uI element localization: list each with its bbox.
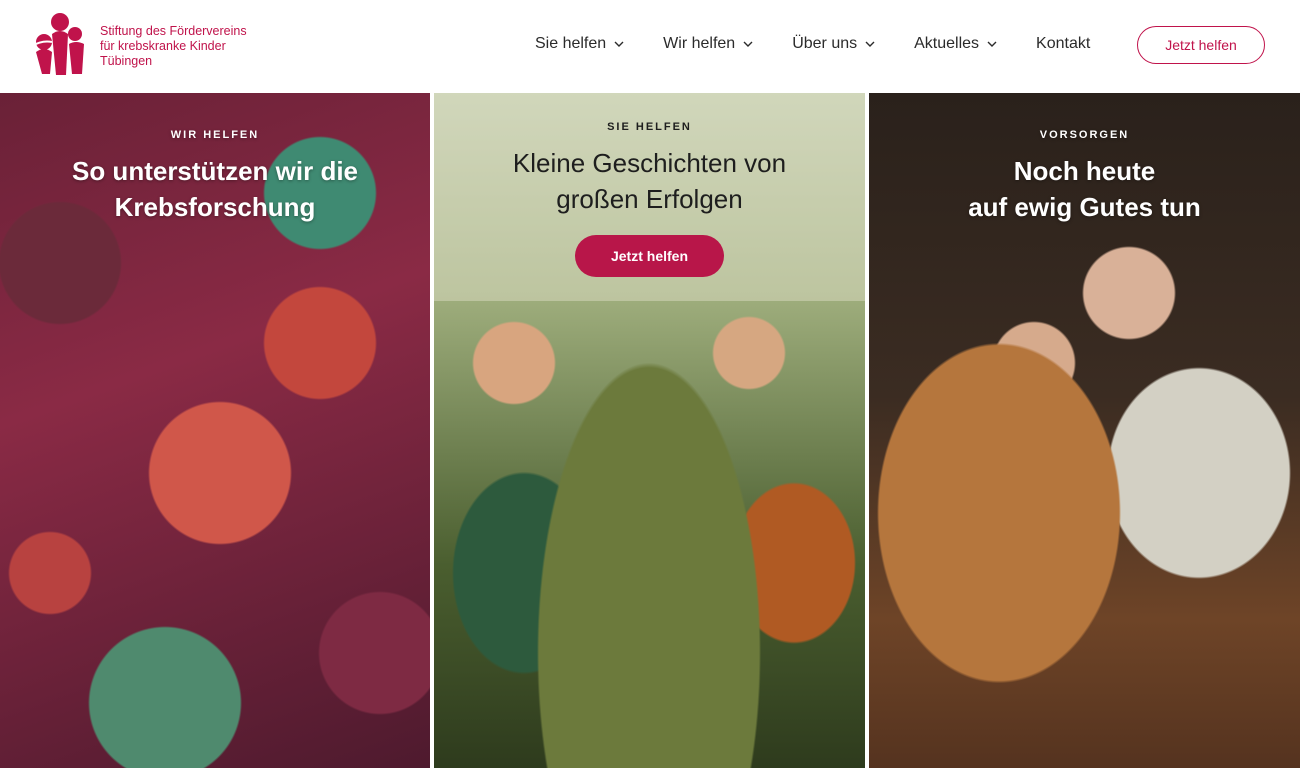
chevron-down-icon bbox=[614, 41, 624, 47]
panel-title: So unterstützen wir die Krebsforschung bbox=[0, 153, 430, 225]
panel-donate-button[interactable]: Jetzt helfen bbox=[575, 235, 724, 277]
chevron-down-icon bbox=[865, 41, 875, 47]
site-header: Stiftung des Fördervereins für krebskran… bbox=[0, 0, 1300, 92]
nav-item-label: Kontakt bbox=[1036, 35, 1091, 52]
panel-heading: WIR HELFEN So unterstützen wir die Krebs… bbox=[0, 129, 430, 225]
site-logo[interactable]: Stiftung des Fördervereins für krebskran… bbox=[32, 12, 280, 78]
panel-title-line-2: auf ewig Gutes tun bbox=[968, 192, 1201, 222]
panel-title: Kleine Geschichten von großen Erfolgen bbox=[434, 145, 865, 217]
panel-title-line-2: großen Erfolgen bbox=[556, 184, 743, 214]
panel-title-line-1: Kleine Geschichten von bbox=[512, 148, 787, 178]
nav-item-label: Aktuelles bbox=[914, 35, 980, 52]
nav-item-label: Über uns bbox=[792, 35, 858, 52]
logo-line-2: für krebskranke Kinder bbox=[100, 39, 226, 53]
panel-title-line-1: So unterstützen wir die bbox=[71, 156, 359, 186]
main-nav: Sie helfen Wir helfen Über uns Aktuelles… bbox=[535, 0, 1090, 88]
panel-title-line-2: Krebsforschung bbox=[114, 192, 316, 222]
panel-vorsorgen[interactable]: VORSORGEN Noch heute auf ewig Gutes tun bbox=[869, 93, 1300, 768]
logo-text: Stiftung des Fördervereins für krebskran… bbox=[100, 24, 280, 69]
nav-item-label: Wir helfen bbox=[663, 35, 736, 52]
nav-item-sie-helfen[interactable]: Sie helfen bbox=[535, 35, 625, 53]
panel-wir-helfen[interactable]: WIR HELFEN So unterstützen wir die Krebs… bbox=[0, 93, 430, 768]
panel-eyebrow: SIE HELFEN bbox=[607, 121, 692, 133]
header-donate-button[interactable]: Jetzt helfen bbox=[1137, 26, 1265, 64]
panel-title: Noch heute auf ewig Gutes tun bbox=[869, 153, 1300, 225]
nav-item-wir-helfen[interactable]: Wir helfen bbox=[663, 35, 754, 53]
logo-line-3: Tübingen bbox=[100, 54, 153, 68]
panel-sie-helfen[interactable]: SIE HELFEN Kleine Geschichten von großen… bbox=[434, 93, 865, 768]
nav-item-kontakt[interactable]: Kontakt bbox=[1036, 35, 1090, 53]
hero-panels: WIR HELFEN So unterstützen wir die Krebs… bbox=[0, 93, 1300, 768]
panel-heading: SIE HELFEN Kleine Geschichten von großen… bbox=[434, 121, 865, 277]
chevron-down-icon bbox=[987, 41, 997, 47]
panel-heading: VORSORGEN Noch heute auf ewig Gutes tun bbox=[869, 129, 1300, 225]
panel-eyebrow: VORSORGEN bbox=[1039, 129, 1130, 141]
panel-eyebrow: WIR HELFEN bbox=[170, 129, 260, 141]
chevron-down-icon bbox=[743, 41, 753, 47]
nav-item-label: Sie helfen bbox=[535, 35, 607, 52]
logo-line-1: Stiftung des Fördervereins bbox=[100, 24, 247, 38]
nav-item-aktuelles[interactable]: Aktuelles bbox=[914, 35, 998, 53]
nav-item-ueber-uns[interactable]: Über uns bbox=[792, 35, 876, 53]
panel-title-line-1: Noch heute bbox=[1013, 156, 1156, 186]
family-figures-logo-icon bbox=[32, 13, 84, 75]
